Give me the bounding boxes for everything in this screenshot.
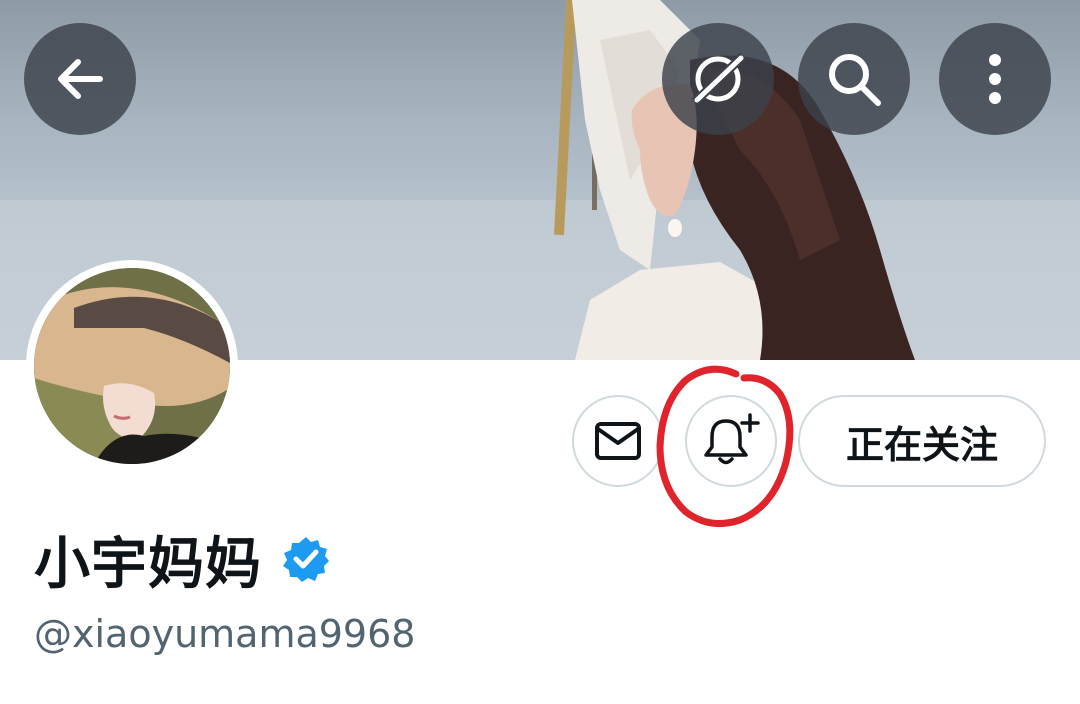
avatar-photo (34, 268, 230, 464)
grok-icon (691, 52, 747, 106)
more-vertical-icon (989, 54, 1001, 104)
grok-button[interactable] (662, 23, 774, 135)
profile-name-row: 小宇妈妈 (34, 524, 330, 597)
avatar[interactable] (26, 260, 238, 472)
search-button[interactable] (798, 23, 910, 135)
search-icon (829, 54, 881, 106)
following-label: 正在关注 (845, 422, 998, 467)
annotation-circle (656, 365, 794, 528)
mail-icon (595, 422, 641, 460)
following-button[interactable]: 正在关注 (798, 395, 1046, 487)
verified-badge-icon (283, 537, 329, 582)
display-name: 小宇妈妈 (34, 531, 262, 597)
username-handle: @xiaoyumama9968 (34, 612, 416, 656)
back-button[interactable] (24, 23, 136, 135)
more-button[interactable] (939, 23, 1051, 135)
arrow-left-icon (58, 59, 103, 99)
